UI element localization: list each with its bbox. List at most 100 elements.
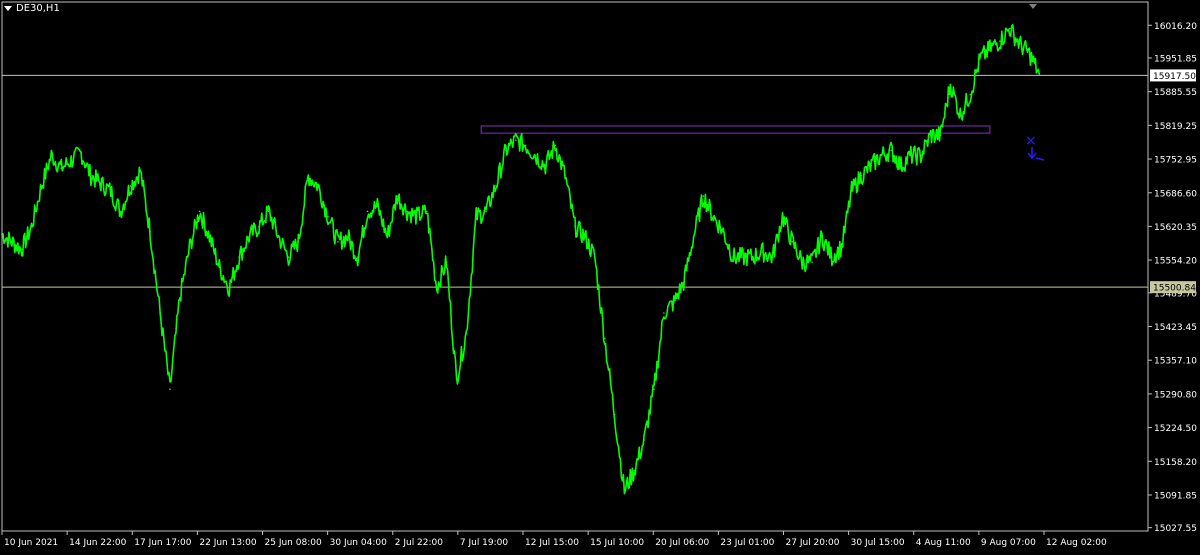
x-tick-label: 14 Jun 22:00 xyxy=(69,538,126,548)
price-point xyxy=(663,312,665,314)
x-tick-label: 4 Aug 11:00 xyxy=(916,538,971,548)
price-point xyxy=(386,235,389,238)
price-point xyxy=(850,190,853,192)
price-point xyxy=(455,378,458,380)
price-point xyxy=(593,256,596,258)
price-point xyxy=(919,154,922,157)
y-tick-label: 15423.45 xyxy=(1154,323,1197,333)
x-tick-label: 22 Jun 13:00 xyxy=(199,538,256,548)
price-point xyxy=(119,210,122,213)
chart-title-bar[interactable]: DE30,H1 xyxy=(4,3,60,14)
price-point xyxy=(791,241,794,243)
price-point xyxy=(396,195,398,197)
chart-canvas: × 16016.20 15951.85 15885.55 15819.25 15752.… xyxy=(0,0,1200,555)
price-point xyxy=(366,210,369,213)
x-tick-label: 9 Aug 07:00 xyxy=(981,538,1036,548)
y-tick-label: 15951.85 xyxy=(1154,54,1197,64)
price-point xyxy=(465,332,468,335)
price-point xyxy=(248,235,250,238)
price-point xyxy=(445,261,448,263)
price-point xyxy=(870,164,873,167)
y-tick-label: 15224.50 xyxy=(1154,424,1197,434)
price-point xyxy=(198,210,201,213)
price-point xyxy=(781,215,784,218)
price-point xyxy=(475,215,478,218)
x-tick-label: 30 Jul 15:00 xyxy=(851,538,905,548)
y-tick-label: 15027.55 xyxy=(1154,524,1197,534)
x-tick-label: 25 Jun 08:00 xyxy=(265,538,322,548)
x-tick-label: 2 Jul 22:00 xyxy=(395,538,444,548)
price-point xyxy=(554,144,557,147)
price-point xyxy=(672,302,675,304)
price-point xyxy=(831,256,833,258)
price-point xyxy=(505,149,507,152)
price-point xyxy=(702,195,705,197)
x-tick-label: 23 Jul 01:00 xyxy=(720,538,774,548)
price-point xyxy=(771,256,774,258)
price-point xyxy=(485,210,487,213)
cross-marker-icon[interactable]: × xyxy=(1025,133,1037,149)
price-label-text: 15500.84 xyxy=(1153,284,1196,294)
price-point xyxy=(416,215,418,218)
price-point xyxy=(80,152,82,154)
x-tick-label: 27 Jul 20:00 xyxy=(786,538,840,548)
price-point xyxy=(939,134,942,136)
price-point xyxy=(317,185,319,187)
price-point xyxy=(1038,73,1041,75)
price-point xyxy=(613,413,616,416)
price-point xyxy=(1028,53,1031,55)
price-point xyxy=(959,114,962,116)
price-point xyxy=(811,261,813,263)
price-point xyxy=(979,58,981,60)
price-point xyxy=(307,174,310,177)
price-point xyxy=(514,139,517,142)
price-point xyxy=(426,210,428,213)
price-point xyxy=(1018,42,1021,45)
price-point xyxy=(752,256,754,258)
price-label-text: 15917.50 xyxy=(1153,72,1196,82)
price-point xyxy=(692,235,695,238)
price-point xyxy=(653,388,655,391)
price-point xyxy=(287,256,290,258)
chart-background xyxy=(0,0,1200,555)
price-point xyxy=(406,210,408,213)
price-point xyxy=(949,83,952,86)
price-point xyxy=(435,286,438,289)
price-point xyxy=(989,47,991,50)
y-tick-label: 15819.25 xyxy=(1154,122,1197,132)
price-point xyxy=(40,185,43,187)
price-point xyxy=(218,266,221,269)
price-point xyxy=(90,174,92,177)
price-point xyxy=(228,286,231,289)
price-point xyxy=(761,251,764,253)
price-point xyxy=(129,185,132,187)
price-point xyxy=(929,134,932,136)
price-point xyxy=(732,256,734,258)
price-point xyxy=(277,235,280,238)
price-point xyxy=(208,235,211,238)
price-point xyxy=(99,182,102,185)
price-point xyxy=(910,154,912,157)
price-point xyxy=(169,388,171,391)
price-point xyxy=(999,40,1001,42)
price-point xyxy=(20,248,23,251)
x-tick-label: 12 Jul 15:00 xyxy=(525,538,579,548)
price-point xyxy=(1008,27,1011,30)
price-point xyxy=(346,235,349,238)
price-point xyxy=(969,93,971,96)
price-point xyxy=(258,225,260,228)
x-tick-label: 15 Jul 10:00 xyxy=(590,538,644,548)
collapse-caret-icon[interactable] xyxy=(4,6,12,11)
price-point xyxy=(70,159,72,162)
price-point xyxy=(50,154,53,157)
price-point xyxy=(742,256,744,258)
price-point xyxy=(534,154,537,157)
price-point xyxy=(149,230,151,233)
price-point xyxy=(880,154,883,157)
price-point xyxy=(840,246,843,248)
price-point xyxy=(376,205,379,208)
x-tick-label: 17 Jun 17:00 xyxy=(134,538,191,548)
y-tick-label: 15620.35 xyxy=(1154,223,1197,233)
price-point xyxy=(238,256,240,258)
price-point xyxy=(801,261,804,263)
